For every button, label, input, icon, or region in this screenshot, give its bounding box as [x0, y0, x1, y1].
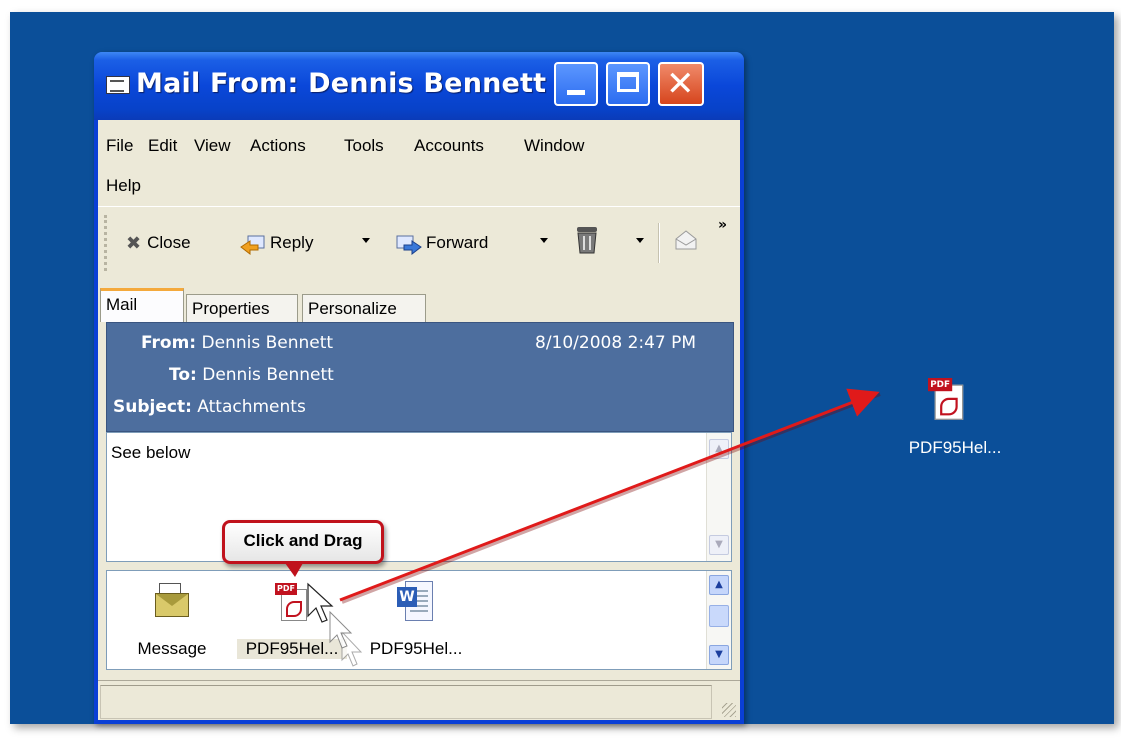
envelope-icon: [674, 229, 698, 256]
menu-accounts[interactable]: Accounts: [414, 136, 484, 156]
attachment-label: Message: [137, 639, 207, 658]
maximize-icon: [617, 72, 639, 92]
close-button-label: Close: [147, 233, 191, 252]
tab-mail[interactable]: Mail: [100, 288, 184, 322]
desktop: Mail From: Dennis Bennett ✕ File Edit Vi…: [10, 12, 1114, 724]
close-x-icon: ✖: [126, 233, 142, 255]
minimize-button[interactable]: [554, 62, 598, 106]
message-icon: [151, 581, 191, 626]
attachments-scrollbar[interactable]: ▲ ▼: [706, 571, 731, 669]
toolbar-grip[interactable]: [104, 215, 110, 271]
reply-dropdown-arrow[interactable]: [362, 238, 370, 243]
mail-window: Mail From: Dennis Bennett ✕ File Edit Vi…: [94, 52, 744, 724]
message-body[interactable]: See below ▲ ▼: [106, 432, 732, 562]
scroll-down-icon[interactable]: ▼: [709, 645, 729, 665]
reply-button[interactable]: Reply: [240, 233, 314, 255]
menu-edit[interactable]: Edit: [148, 136, 177, 156]
tab-personalize[interactable]: Personalize: [302, 294, 426, 322]
callout-text: Click and Drag: [243, 531, 363, 550]
window-title: Mail From: Dennis Bennett: [136, 68, 547, 99]
attachment-label: PDF95Hel...: [237, 639, 347, 659]
menu-file[interactable]: File: [106, 136, 133, 156]
close-button[interactable]: ✖ Close: [126, 233, 191, 254]
menu-tools[interactable]: Tools: [344, 136, 384, 156]
to-value: Dennis Bennett: [202, 365, 334, 385]
title-bar[interactable]: Mail From: Dennis Bennett ✕: [94, 52, 744, 120]
scroll-thumb[interactable]: [709, 605, 729, 627]
subject-row: Subject: Attachments: [113, 397, 306, 417]
scroll-down-icon[interactable]: ▼: [709, 535, 729, 555]
close-icon: ✕: [666, 64, 695, 104]
close-window-button[interactable]: ✕: [658, 62, 704, 106]
subject-label: Subject:: [113, 397, 192, 417]
attachments-pane: Message PDF PDF95Hel... W PDF95Hel... ▲: [106, 570, 732, 670]
window-client: File Edit View Actions Tools Accounts Wi…: [98, 120, 740, 720]
attachment-label: PDF95Hel...: [369, 639, 463, 658]
tab-properties[interactable]: Properties: [186, 294, 298, 322]
scroll-up-icon[interactable]: ▲: [709, 439, 729, 459]
menu-help[interactable]: Help: [106, 176, 141, 196]
callout-tail: [285, 563, 303, 577]
toolbar-more-chevron[interactable]: »: [718, 217, 727, 233]
mail-window-icon: [106, 76, 130, 94]
forward-dropdown-arrow[interactable]: [540, 238, 548, 243]
message-header: From: Dennis Bennett 8/10/2008 2:47 PM T…: [106, 322, 734, 432]
word-doc-icon: W: [397, 581, 433, 628]
menu-bar: File Edit View Actions Tools Accounts Wi…: [98, 120, 740, 204]
reply-button-label: Reply: [270, 233, 314, 252]
delete-button[interactable]: [574, 225, 600, 260]
desktop-pdf-file[interactable]: PDF PDF95Hel...: [890, 378, 1020, 468]
reply-icon: [240, 235, 265, 255]
scroll-up-icon[interactable]: ▲: [709, 575, 729, 595]
click-and-drag-callout: Click and Drag: [222, 520, 384, 577]
forward-button-label: Forward: [426, 233, 489, 252]
trash-icon: [574, 225, 600, 260]
maximize-button[interactable]: [606, 62, 650, 106]
message-body-text: See below: [111, 443, 191, 462]
tab-strip: Mail Properties Personalize: [98, 282, 740, 322]
toolbar: ✖ Close Reply Forward »: [98, 206, 740, 277]
minimize-icon: [567, 90, 585, 95]
delete-dropdown-arrow[interactable]: [636, 238, 644, 243]
body-scrollbar[interactable]: ▲ ▼: [706, 433, 731, 561]
menu-actions[interactable]: Actions: [250, 136, 306, 156]
status-bar: [98, 680, 740, 721]
forward-button[interactable]: Forward: [396, 233, 489, 255]
status-pane: [100, 685, 712, 719]
from-value: Dennis Bennett: [201, 333, 334, 353]
to-label: To:: [169, 365, 197, 385]
pdf-icon: PDF: [928, 378, 965, 422]
toolbar-separator: [658, 223, 660, 263]
menu-view[interactable]: View: [194, 136, 231, 156]
to-row: To: Dennis Bennett: [169, 365, 334, 385]
forward-icon: [396, 235, 422, 255]
desktop-file-label: PDF95Hel...: [908, 438, 1002, 457]
mark-read-button[interactable]: [674, 229, 698, 256]
message-date: 8/10/2008 2:47 PM: [535, 333, 697, 353]
resize-grip-icon[interactable]: [722, 703, 736, 717]
pdf-icon: PDF: [275, 583, 309, 628]
from-label: From:: [141, 333, 197, 353]
menu-window[interactable]: Window: [524, 136, 584, 156]
from-row: From: Dennis Bennett: [141, 333, 333, 353]
subject-value: Attachments: [197, 397, 306, 417]
